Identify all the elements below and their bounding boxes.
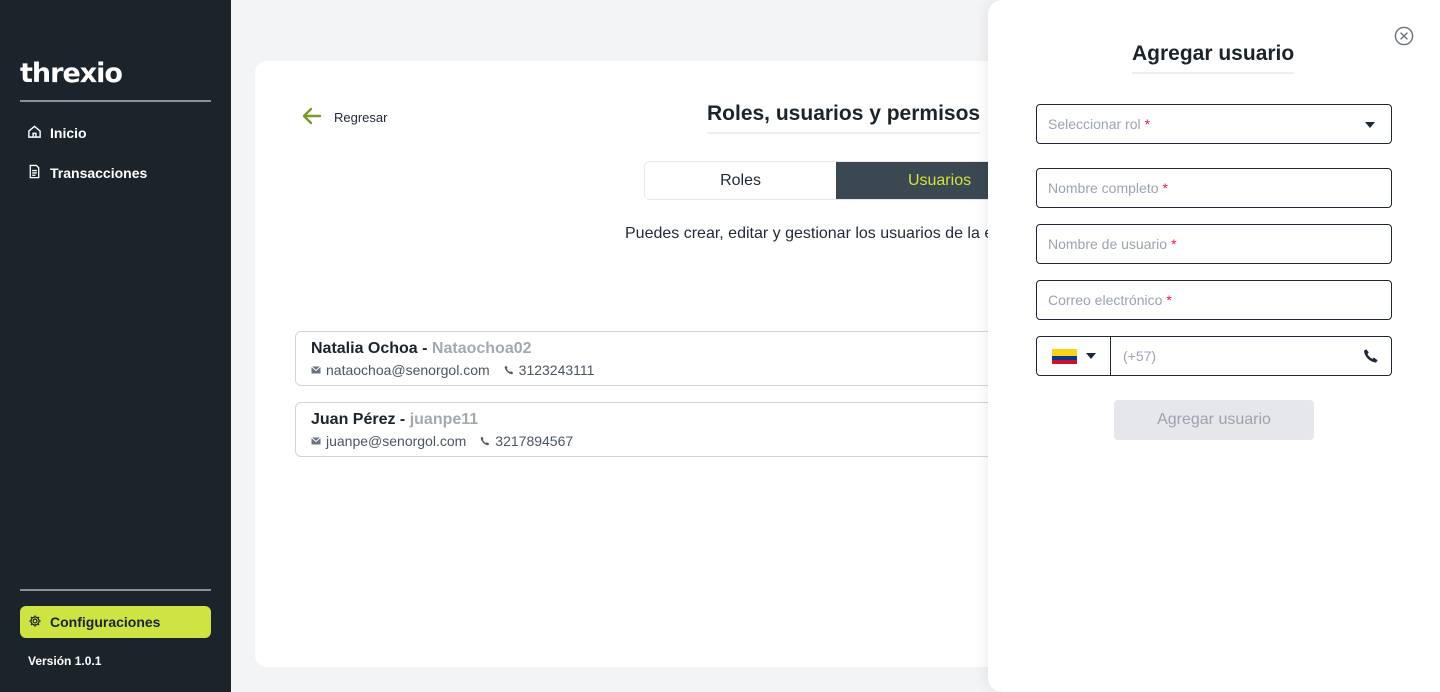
- phone-icon: [504, 362, 514, 378]
- back-label: Regresar: [334, 110, 388, 125]
- required-mark: *: [1166, 292, 1172, 308]
- phone-input[interactable]: (+57): [1111, 337, 1391, 375]
- username-placeholder: Nombre de usuario: [1048, 236, 1168, 252]
- sidebar-item-label: Inicio: [50, 125, 87, 141]
- phone-icon: [1363, 348, 1379, 364]
- user-handle: juanpe11: [409, 411, 479, 428]
- sidebar-divider: [20, 100, 211, 102]
- role-placeholder: Seleccionar rol: [1048, 116, 1141, 132]
- page-description: Puedes crear, editar y gestionar los usu…: [625, 225, 994, 242]
- sidebar-item-label: Transacciones: [50, 165, 148, 181]
- sidebar-item-inicio[interactable]: Inicio: [27, 124, 87, 142]
- chevron-down-icon: [1365, 122, 1375, 128]
- email-placeholder: Correo electrónico: [1048, 292, 1163, 308]
- mail-icon: [311, 362, 321, 378]
- version-label: Versión 1.0.1: [28, 654, 102, 668]
- configuraciones-label: Configuraciones: [50, 614, 161, 630]
- add-user-button[interactable]: Agregar usuario: [1114, 400, 1314, 440]
- home-icon: [27, 124, 42, 142]
- full-name-field[interactable]: Nombre completo *: [1036, 168, 1392, 208]
- gear-icon: [28, 614, 42, 631]
- phone-field-group: (+57): [1036, 336, 1392, 376]
- required-mark: *: [1144, 116, 1151, 132]
- email-field[interactable]: Correo electrónico *: [1036, 280, 1392, 320]
- user-phone: 3217894567: [495, 433, 574, 449]
- mail-icon: [311, 433, 321, 449]
- user-name: Juan Pérez - juanpe11: [311, 411, 479, 428]
- sidebar-divider: [20, 589, 211, 591]
- close-button[interactable]: [1394, 26, 1414, 46]
- sidebar: threxio Inicio Transacciones Configuraci…: [0, 0, 231, 692]
- user-email: nataochoa@senorgol.com: [326, 362, 490, 378]
- role-select[interactable]: Seleccionar rol *: [1036, 104, 1392, 144]
- user-handle: Nataochoa02: [431, 340, 532, 357]
- tab-roles[interactable]: Roles: [645, 162, 837, 199]
- user-name: Natalia Ochoa - Nataochoa02: [311, 340, 532, 357]
- back-button[interactable]: Regresar: [300, 104, 387, 131]
- drawer-title: Agregar usuario: [1132, 42, 1295, 74]
- phone-placeholder: (+57): [1123, 348, 1157, 364]
- country-select[interactable]: [1037, 337, 1111, 375]
- list-item[interactable]: Natalia Ochoa - Nataochoa02 nataochoa@se…: [295, 331, 1055, 386]
- close-icon: [1394, 26, 1414, 50]
- arrow-left-icon: [300, 104, 324, 131]
- full-name-placeholder: Nombre completo: [1048, 180, 1159, 196]
- app-logo: threxio: [20, 58, 123, 89]
- colombia-flag-icon: [1051, 348, 1077, 364]
- user-email: juanpe@senorgol.com: [326, 433, 467, 449]
- phone-icon: [480, 433, 490, 449]
- user-phone: 3123243111: [518, 362, 595, 378]
- list-item[interactable]: Juan Pérez - juanpe11 juanpe@senorgol.co…: [295, 402, 1055, 457]
- chevron-down-icon: [1085, 353, 1096, 359]
- required-mark: *: [1162, 180, 1168, 196]
- username-field[interactable]: Nombre de usuario *: [1036, 224, 1392, 264]
- tabs: Roles Usuarios: [644, 161, 1044, 200]
- configuraciones-button[interactable]: Configuraciones: [20, 606, 211, 638]
- sidebar-item-transacciones[interactable]: Transacciones: [27, 164, 147, 182]
- document-icon: [27, 164, 42, 182]
- required-mark: *: [1171, 236, 1177, 252]
- page-title: Roles, usuarios y permisos: [707, 102, 981, 134]
